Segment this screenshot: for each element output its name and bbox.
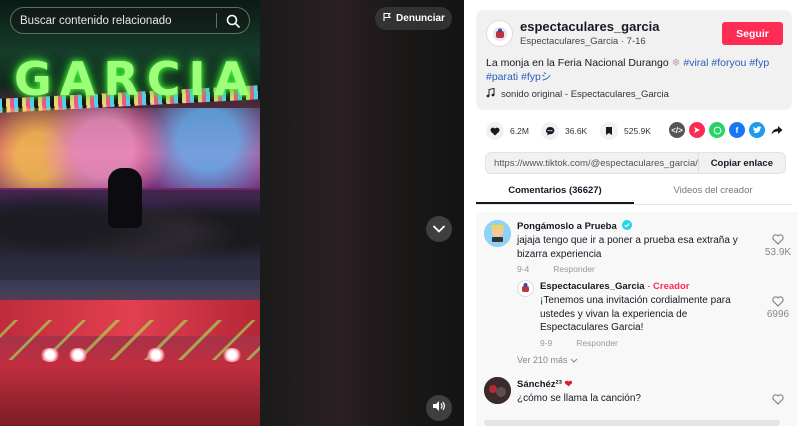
share-arrow-icon[interactable] — [769, 122, 785, 138]
post-info-card: espectaculares_garcia Espectaculares_Gar… — [476, 10, 792, 110]
hashtag[interactable]: #fyp — [749, 57, 769, 69]
heart-icon — [486, 122, 504, 140]
ride-lamp — [222, 348, 242, 362]
video-player[interactable]: GARCIA Buscar contenido relacionado Denu… — [0, 0, 464, 426]
reply-text: ¡Tenemos una invitación cordialmente par… — [540, 295, 731, 333]
comment-button[interactable]: 36.6K — [541, 122, 587, 140]
save-count: 525.9K — [624, 126, 651, 136]
comment-author[interactable]: Pongámoslo a Prueba — [517, 220, 633, 233]
author-subline: Espectaculares_Garcia · 7-16 — [520, 36, 646, 47]
search-input[interactable]: Buscar contenido relacionado — [11, 15, 216, 27]
comment-author-name[interactable]: Sánchéz²³ — [517, 379, 562, 390]
ride-lamp — [40, 348, 60, 362]
comment-like-button[interactable]: 53.9K — [763, 234, 793, 258]
comments-tabs: Comentarios (36627) Videos del creador — [476, 181, 792, 205]
post-description: La monja en la Feria Nacional Durango ❄ … — [486, 56, 786, 84]
music-note-icon — [486, 87, 495, 101]
comment-like-count: 6996 — [766, 309, 790, 320]
hashtag[interactable]: #fypシ — [521, 71, 551, 83]
sparkle-icon: ❄ — [671, 57, 681, 69]
search-bar[interactable]: Buscar contenido relacionado — [10, 7, 250, 34]
facebook-icon[interactable]: f — [729, 122, 745, 138]
chevron-down-icon — [433, 220, 445, 238]
embed-icon[interactable]: </> — [669, 122, 685, 138]
tab-creator-videos[interactable]: Videos del creador — [634, 181, 792, 204]
comment-like-button[interactable]: 6996 — [763, 296, 793, 320]
reply-button[interactable]: Responder — [553, 264, 595, 274]
reply-button[interactable]: Responder — [576, 338, 618, 348]
verified-badge-icon — [622, 220, 633, 233]
video-url-field[interactable]: https://www.tiktok.com/@espectaculares_g… — [486, 158, 698, 169]
next-video-button[interactable] — [426, 216, 452, 242]
like-button[interactable]: 6.2M — [486, 122, 529, 140]
avatar[interactable] — [486, 20, 513, 47]
post-date: 7-16 — [626, 36, 646, 47]
comment-like-button[interactable] — [763, 394, 793, 407]
author-display-name[interactable]: Espectaculares_Garcia — [520, 36, 618, 47]
hashtag[interactable]: #foryou — [711, 57, 746, 69]
nun-figure — [108, 168, 142, 228]
tab-comments[interactable]: Comentarios (36627) — [476, 181, 634, 204]
author-username[interactable]: espectaculares_garcia — [520, 19, 659, 34]
description-text: La monja en la Feria Nacional Durango — [486, 57, 669, 69]
sound-link[interactable]: sonido original - Espectaculares_Garcia — [486, 87, 669, 101]
reply-date: 9-9 — [540, 338, 553, 348]
comment-list: Pongámoslo a Prueba jajaja tengo que ir … — [476, 212, 798, 426]
garcia-sign: GARCIA — [14, 52, 258, 106]
heart-emoji-icon: ❤ — [564, 379, 573, 390]
whatsapp-icon[interactable] — [709, 122, 725, 138]
heart-outline-icon — [772, 394, 784, 405]
ride-zigzag — [0, 320, 260, 360]
like-count: 6.2M — [510, 126, 529, 136]
reply-author-name[interactable]: Espectaculares_Garcia — [540, 281, 645, 292]
action-bar: 6.2M 36.6K 525.9K </> f — [476, 122, 792, 140]
comment-input-bar[interactable] — [484, 420, 780, 426]
volume-button[interactable] — [426, 395, 452, 421]
comment-like-count: 53.9K — [764, 247, 792, 258]
video-frame[interactable]: GARCIA — [0, 0, 260, 426]
comment-text: jajaja tengo que ir a poner a prueba esa… — [517, 235, 738, 260]
heart-outline-icon — [772, 296, 784, 307]
comment-text: ¿cómo se llama la canción? — [517, 393, 641, 404]
hashtag[interactable]: #parati — [486, 71, 518, 83]
follow-button[interactable]: Seguir — [722, 22, 783, 45]
ride-lamp — [68, 348, 88, 362]
avatar[interactable] — [484, 377, 511, 404]
comment-author-name[interactable]: Pongámoslo a Prueba — [517, 221, 617, 232]
view-more-replies[interactable]: Ver 210 más — [517, 355, 578, 365]
tiktok-video-page: GARCIA Buscar contenido relacionado Denu… — [0, 0, 800, 426]
heart-outline-icon — [772, 234, 784, 245]
details-panel: espectaculares_garcia Espectaculares_Gar… — [464, 0, 800, 426]
save-button[interactable]: 525.9K — [600, 122, 651, 140]
search-icon[interactable] — [217, 7, 249, 34]
copy-link-button[interactable]: Copiar enlace — [697, 152, 785, 174]
sound-name[interactable]: sonido original - Espectaculares_Garcia — [501, 89, 669, 100]
comment-author[interactable]: Sánchéz²³ ❤ — [517, 379, 572, 390]
copy-link-box: https://www.tiktok.com/@espectaculares_g… — [485, 152, 786, 174]
ride-lamp — [146, 348, 166, 362]
twitter-icon[interactable] — [749, 122, 765, 138]
comment-meta: 9-4 Responder — [517, 264, 595, 274]
comment-count: 36.6K — [565, 126, 588, 136]
reply-meta: 9-9 Responder — [540, 338, 618, 348]
send-icon[interactable] — [689, 122, 705, 138]
volume-icon — [432, 399, 446, 417]
flag-icon — [382, 12, 392, 25]
comment-date: 9-4 — [517, 264, 530, 274]
avatar[interactable] — [517, 280, 534, 297]
avatar[interactable] — [484, 220, 511, 247]
reply-author[interactable]: Espectaculares_Garcia · Creador — [540, 281, 689, 292]
chevron-down-icon — [570, 355, 578, 365]
creator-badge: Creador — [653, 281, 690, 292]
report-label: Denunciar — [396, 13, 445, 24]
bookmark-icon — [600, 122, 618, 140]
report-button[interactable]: Denunciar — [375, 7, 452, 30]
video-backdrop — [260, 0, 464, 426]
view-more-label[interactable]: Ver 210 más — [517, 355, 568, 365]
hashtag[interactable]: #viral — [683, 57, 708, 69]
comment-icon — [541, 122, 559, 140]
